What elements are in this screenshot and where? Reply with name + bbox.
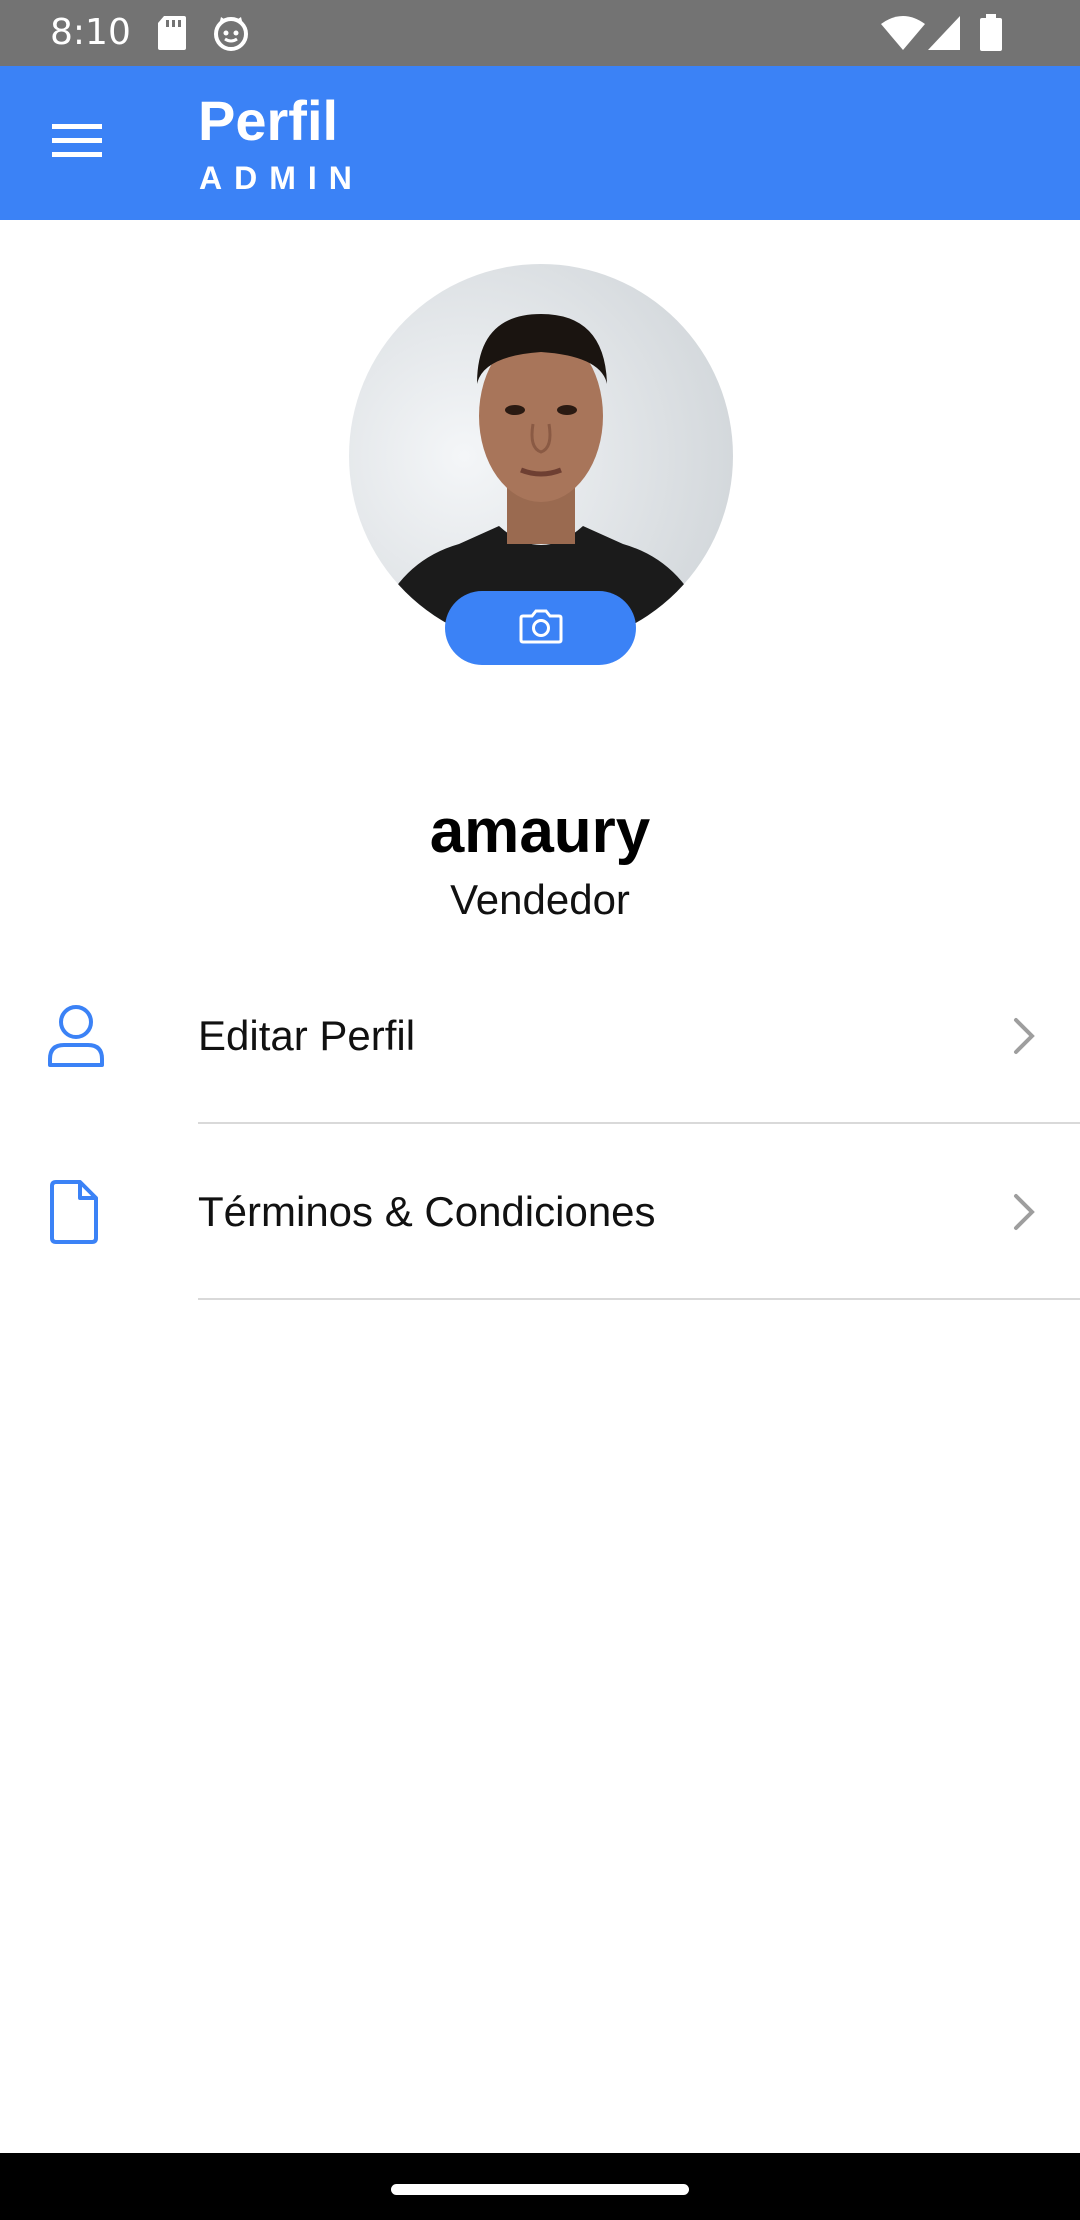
menu-item-terms[interactable]: Términos & Condiciones [0, 1124, 1080, 1300]
wifi-icon [880, 14, 926, 57]
divider [198, 1298, 1080, 1300]
chevron-right-icon [1008, 1014, 1040, 1058]
menu-item-label: Términos & Condiciones [198, 1188, 656, 1235]
status-time: 8:10 [50, 12, 131, 53]
user-icon [46, 1003, 106, 1069]
change-photo-button[interactable] [445, 591, 636, 665]
sd-card-icon [156, 14, 188, 57]
battery-icon [978, 14, 1004, 57]
page-title: Perfil [198, 89, 339, 152]
profile-name: amaury [429, 797, 651, 866]
page-subtitle: ADMIN [199, 160, 364, 196]
camera-icon [519, 608, 563, 649]
cat-face-icon [212, 14, 250, 57]
menu-item-label: Editar Perfil [198, 1012, 416, 1059]
signal-icon [926, 14, 962, 57]
menu-button[interactable] [40, 110, 114, 176]
menu-item-edit-profile[interactable]: Editar Perfil [0, 948, 1080, 1124]
navigation-bar [0, 2153, 1080, 2220]
profile-role: Vendedor [450, 876, 630, 923]
document-icon [46, 1179, 106, 1245]
app-bar: Perfil ADMIN [0, 66, 1080, 220]
hamburger-menu-icon [50, 121, 104, 166]
status-bar: 8:10 [0, 0, 1080, 66]
home-indicator[interactable] [391, 2184, 689, 2195]
chevron-right-icon [1008, 1190, 1040, 1234]
